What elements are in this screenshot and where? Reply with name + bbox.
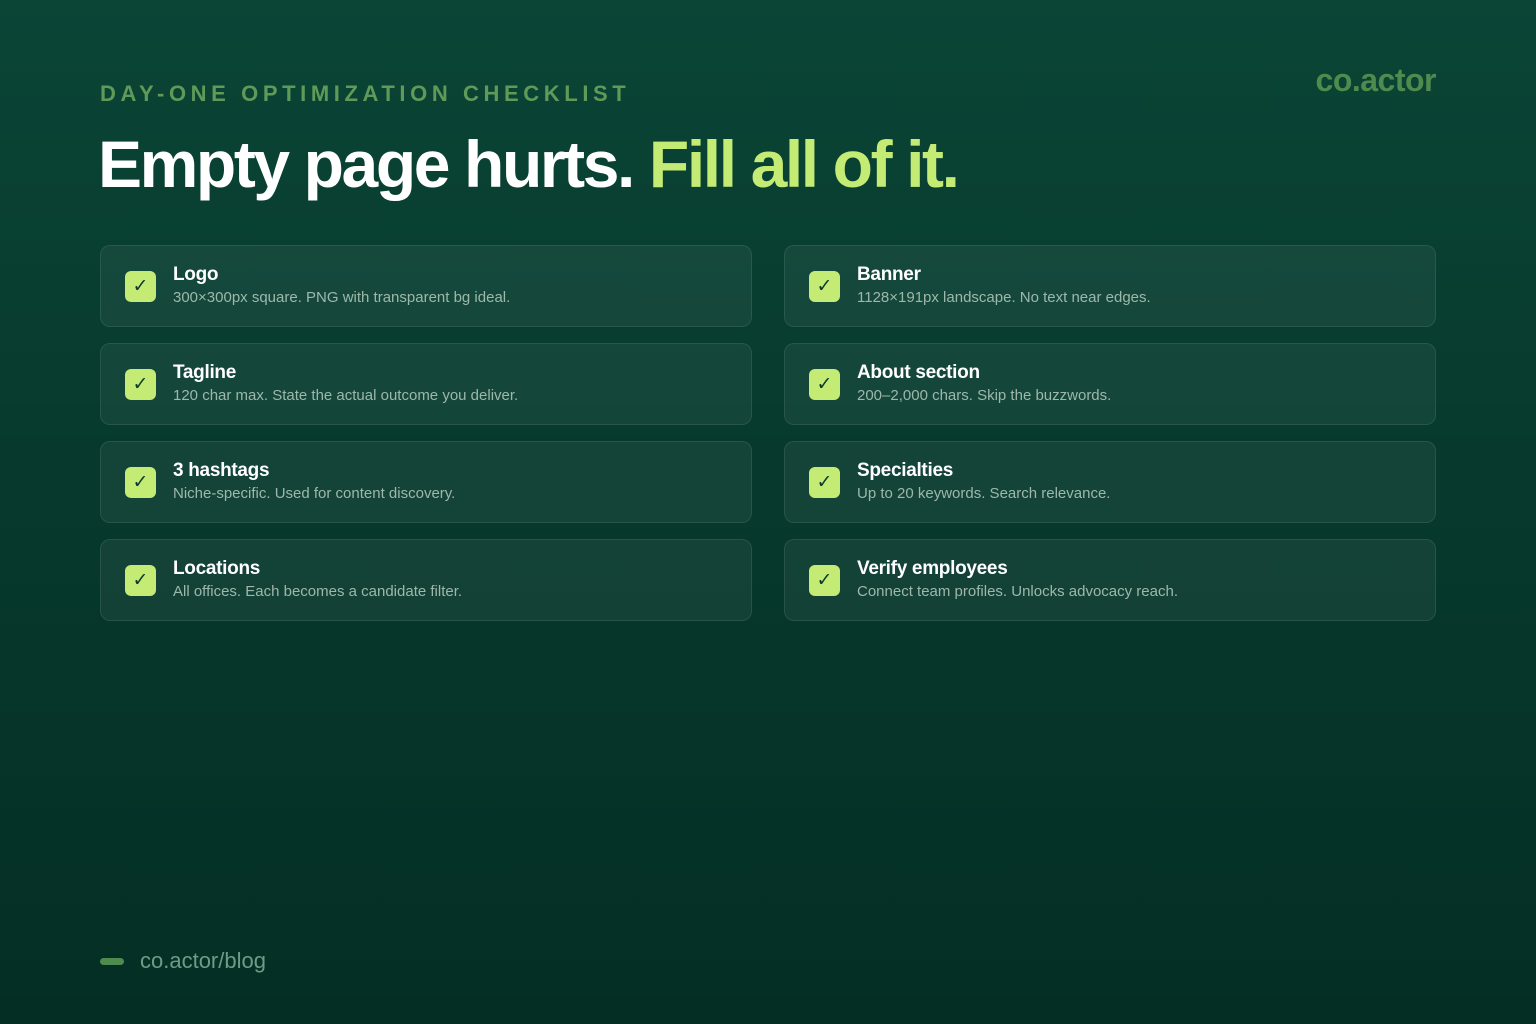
footer-blog-link[interactable]: co.actor/blog — [140, 948, 266, 974]
footer-accent-bar — [100, 957, 124, 965]
checkmark-icon: ✓ — [809, 466, 840, 498]
checklist-item-title: 3 hashtags — [173, 460, 270, 481]
checklist-item-tagline: ✓ Tagline 120 char max. State the actual… — [100, 343, 752, 425]
checkmark-icon: ✓ — [809, 368, 840, 400]
checklist-item-about: ✓ About section 200–2,000 chars. Skip th… — [784, 343, 1436, 425]
checkmark-icon: ✓ — [809, 270, 840, 302]
checklist-item-text: About section 200–2,000 chars. Skip the … — [857, 362, 1111, 406]
checklist-item-title: Banner — [857, 264, 921, 285]
footer: co.actor/blog — [100, 948, 266, 974]
checklist-item-text: Tagline 120 char max. State the actual o… — [173, 362, 518, 406]
checklist-item-text: 3 hashtags Niche-specific. Used for cont… — [173, 460, 455, 504]
page-title: Empty page hurts. Fill all of it. — [98, 124, 960, 204]
checklist-item-desc: 120 char max. State the actual outcome y… — [173, 387, 519, 404]
checklist-grid: ✓ Logo 300×300px square. PNG with transp… — [100, 245, 1436, 621]
checklist-item-text: Banner 1128×191px landscape. No text nea… — [857, 264, 1151, 308]
checklist-item-desc: Connect team profiles. Unlocks advocacy … — [857, 583, 1178, 600]
checkmark-icon: ✓ — [125, 466, 156, 498]
checklist-item-text: Locations All offices. Each becomes a ca… — [173, 558, 462, 602]
eyebrow-label: DAY-ONE OPTIMIZATION CHECKLIST — [100, 81, 631, 106]
checklist-item-specialties: ✓ Specialties Up to 20 keywords. Search … — [784, 441, 1436, 523]
checklist-item-text: Specialties Up to 20 keywords. Search re… — [857, 460, 1110, 504]
checklist-item-title: Locations — [173, 558, 261, 579]
checklist-item-verify-employees: ✓ Verify employees Connect team profiles… — [784, 539, 1436, 621]
checklist-item-desc: Niche-specific. Used for content discove… — [173, 485, 456, 502]
checklist-item-text: Logo 300×300px square. PNG with transpar… — [173, 264, 510, 308]
checklist-item-desc: 1128×191px landscape. No text near edges… — [857, 289, 1151, 306]
headline-primary: Empty page hurts. — [98, 127, 635, 201]
brand-logo: co.actor — [1315, 62, 1437, 98]
checklist-item-hashtags: ✓ 3 hashtags Niche-specific. Used for co… — [100, 441, 752, 523]
checklist-item-title: About section — [857, 362, 980, 383]
checkmark-icon: ✓ — [809, 564, 840, 596]
checklist-item-desc: Up to 20 keywords. Search relevance. — [857, 485, 1111, 502]
checklist-item-logo: ✓ Logo 300×300px square. PNG with transp… — [100, 245, 752, 327]
checklist-item-title: Logo — [173, 264, 219, 285]
checklist-item-locations: ✓ Locations All offices. Each becomes a … — [100, 539, 752, 621]
checklist-item-banner: ✓ Banner 1128×191px landscape. No text n… — [784, 245, 1436, 327]
checkmark-icon: ✓ — [125, 564, 156, 596]
checklist-item-desc: 200–2,000 chars. Skip the buzzwords. — [857, 387, 1112, 404]
checklist-item-title: Tagline — [173, 362, 236, 383]
checklist-item-desc: 300×300px square. PNG with transparent b… — [173, 289, 511, 306]
checklist-item-desc: All offices. Each becomes a candidate fi… — [173, 583, 463, 600]
checkmark-icon: ✓ — [125, 368, 156, 400]
checklist-item-text: Verify employees Connect team profiles. … — [857, 558, 1178, 602]
checklist-item-title: Specialties — [857, 460, 953, 481]
checkmark-icon: ✓ — [125, 270, 156, 302]
checklist-item-title: Verify employees — [857, 558, 1008, 579]
headline-accent: Fill all of it. — [648, 127, 960, 201]
